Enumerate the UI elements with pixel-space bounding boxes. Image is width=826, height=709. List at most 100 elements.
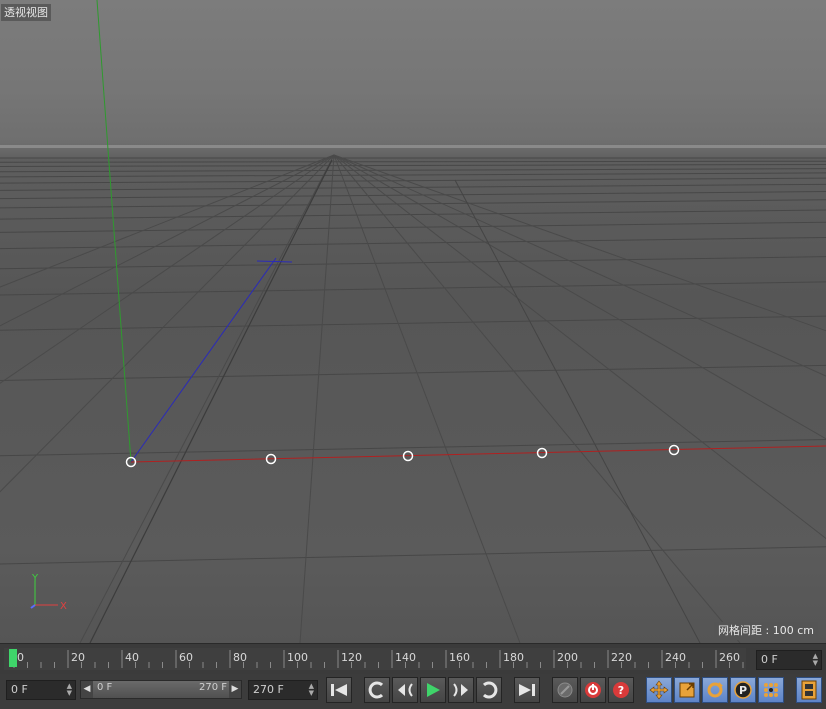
autokey-button[interactable]: [580, 677, 606, 703]
grid-line: [0, 154, 335, 288]
play-icon: [427, 683, 440, 697]
ruler-label: 120: [341, 651, 362, 664]
grid-line: [333, 154, 826, 440]
scene-canvas[interactable]: [0, 0, 826, 643]
svg-text:?: ?: [618, 684, 624, 697]
current-frame-value: 0 F: [761, 653, 778, 666]
go-to-end-button[interactable]: [514, 677, 540, 703]
range-start-value: 0 F: [97, 682, 113, 693]
grid-line: [0, 191, 826, 200]
playhead-marker[interactable]: [9, 649, 17, 667]
grid-line: [0, 315, 826, 331]
current-frame-field[interactable]: 0 F ▲ ▼: [756, 650, 822, 670]
step-forward-icon: [453, 683, 468, 697]
z-axis-line: [130, 257, 277, 463]
film-icon: [801, 680, 817, 700]
pla-icon: [764, 683, 778, 697]
x-axis-line: [130, 445, 826, 463]
autokey-icon: [585, 682, 601, 698]
frame-range-slider[interactable]: ◀ 0 F 270 F ▶: [80, 680, 242, 699]
horizon-line: [0, 145, 826, 148]
grid-line: [0, 154, 335, 384]
play-button[interactable]: [420, 677, 446, 703]
ruler-label: 80: [233, 651, 247, 664]
svg-text:P: P: [739, 684, 747, 697]
ruler-label: 40: [125, 651, 139, 664]
step-back-icon: [398, 683, 413, 697]
previous-keyframe-button[interactable]: [364, 677, 390, 703]
start-frame-field[interactable]: 0 F ▲ ▼: [6, 680, 76, 700]
keyframe-help-icon: ?: [613, 682, 629, 698]
ruler-label: 100: [287, 651, 308, 664]
ruler-label: 200: [557, 651, 578, 664]
grid-line: [79, 154, 335, 643]
step-back-button[interactable]: [392, 677, 418, 703]
timeline-ruler[interactable]: 0 20 40 60 80 100 120 140 160 180 200 220 240 260: [0, 644, 750, 674]
grid-line: [0, 183, 826, 191]
grid-line: [333, 154, 521, 643]
view-title[interactable]: 透视视图: [1, 4, 51, 21]
axis-gizmo: Y X: [30, 573, 67, 612]
rotate-tool-button[interactable]: [702, 677, 728, 703]
range-end-value: 270 F: [198, 682, 227, 693]
go-to-start-button[interactable]: [326, 677, 352, 703]
grid-line: [0, 177, 826, 184]
range-left-arrow-icon[interactable]: ◀: [81, 681, 93, 698]
ruler-label: 220: [611, 651, 632, 664]
ruler-label: 60: [179, 651, 193, 664]
ruler-label: 140: [395, 651, 416, 664]
grid-line: [333, 154, 741, 643]
axis-y-label: Y: [31, 573, 39, 584]
grid-line: [333, 154, 826, 377]
spinner-icon[interactable]: ▲ ▼: [813, 653, 818, 667]
ruler-label: 160: [449, 651, 470, 664]
grid-line: [0, 154, 335, 493]
end-frame-field[interactable]: 270 F ▲ ▼: [248, 680, 318, 700]
start-frame-value: 0 F: [11, 683, 28, 696]
scale-icon: [679, 682, 695, 698]
grid-line: [0, 236, 826, 250]
parameter-button[interactable]: P: [730, 677, 756, 703]
scale-tool-button[interactable]: [674, 677, 700, 703]
spinner-icon[interactable]: ▲ ▼: [67, 683, 72, 697]
grid-line: [0, 172, 826, 178]
parameter-icon: P: [734, 681, 752, 699]
grid-line: [333, 154, 826, 540]
record-disabled-icon: [557, 682, 573, 698]
grid-line: [0, 154, 335, 327]
grid-line: [0, 209, 826, 220]
ruler-label: 20: [71, 651, 85, 664]
axis-x-label: X: [60, 601, 67, 612]
grid-line: [0, 168, 826, 173]
next-keyframe-icon: [482, 681, 498, 699]
range-right-arrow-icon[interactable]: ▶: [229, 681, 241, 698]
go-to-start-icon: [331, 684, 347, 696]
move-tool-button[interactable]: [646, 677, 672, 703]
record-disabled-button[interactable]: [552, 677, 578, 703]
grid-line: [333, 154, 826, 332]
spinner-icon[interactable]: ▲ ▼: [309, 683, 314, 697]
rotate-icon: [707, 682, 723, 698]
previous-keyframe-icon: [368, 681, 384, 699]
ruler-label: 180: [503, 651, 524, 664]
perspective-viewport[interactable]: 透视视图 网格间距 : 100 cm Y X: [0, 0, 826, 643]
grid-line: [0, 546, 826, 565]
grid-line: [0, 281, 826, 296]
grid-line: [0, 163, 826, 167]
ruler-label: 0: [17, 651, 24, 664]
end-frame-value: 270 F: [253, 683, 284, 696]
grid-line: [0, 221, 826, 233]
animation-controls: 0 F ▲ ▼ ◀ 0 F 270 F ▶ 270 F ▲ ▼ ? P: [0, 674, 826, 709]
ruler-label: 260: [719, 651, 740, 664]
move-icon: [649, 680, 669, 700]
grid-line: [0, 160, 826, 163]
next-keyframe-button[interactable]: [476, 677, 502, 703]
film-button[interactable]: [796, 677, 822, 703]
step-forward-button[interactable]: [448, 677, 474, 703]
pla-button[interactable]: [758, 677, 784, 703]
timeline-bar[interactable]: 0 20 40 60 80 100 120 140 160 180 200 220 240 260 0 F…: [0, 643, 826, 674]
ruler-label: 240: [665, 651, 686, 664]
grid-spacing-label: 网格间距 : 100 cm: [714, 622, 818, 640]
keyframe-help-button[interactable]: ?: [608, 677, 634, 703]
go-to-end-icon: [519, 684, 535, 696]
